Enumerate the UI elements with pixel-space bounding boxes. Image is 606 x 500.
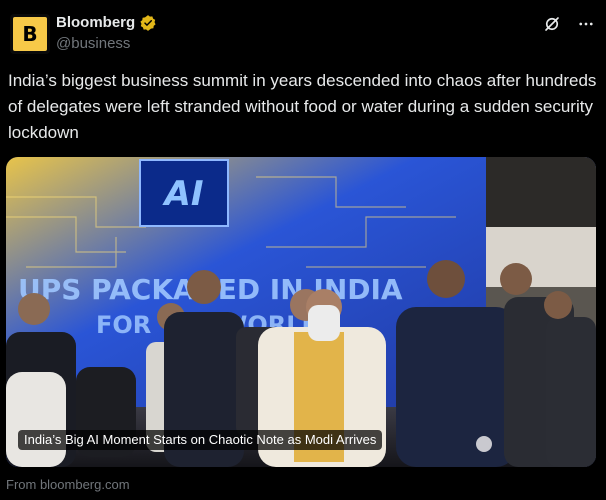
avatar-logo: B (13, 17, 47, 51)
handle[interactable]: @business (56, 34, 157, 54)
banner-ai-text: AI (162, 174, 204, 214)
link-card-title[interactable]: India’s Big AI Moment Starts on Chaotic … (18, 430, 383, 450)
tweet-actions (542, 14, 596, 34)
author-info: Bloomberg @business (56, 12, 157, 54)
more-icon[interactable] (576, 14, 596, 34)
link-card-image[interactable]: AI UPS PACKAGED IN INDIA FOR THE WORLD (6, 157, 596, 467)
tweet-header: B Bloomberg @business (6, 10, 600, 56)
verified-badge-icon (140, 15, 156, 31)
grok-icon-glyph (545, 17, 559, 31)
avatar[interactable]: B (10, 14, 50, 54)
display-name[interactable]: Bloomberg (56, 12, 135, 34)
more-icon-glyph (579, 22, 593, 26)
tweet-text: India’s biggest business summit in years… (8, 71, 597, 142)
author-name-row[interactable]: Bloomberg (56, 12, 157, 34)
event-photo: AI UPS PACKAGED IN INDIA FOR THE WORLD (6, 157, 596, 467)
grok-icon[interactable] (542, 14, 562, 34)
link-source[interactable]: From bloomberg.com (6, 477, 130, 492)
